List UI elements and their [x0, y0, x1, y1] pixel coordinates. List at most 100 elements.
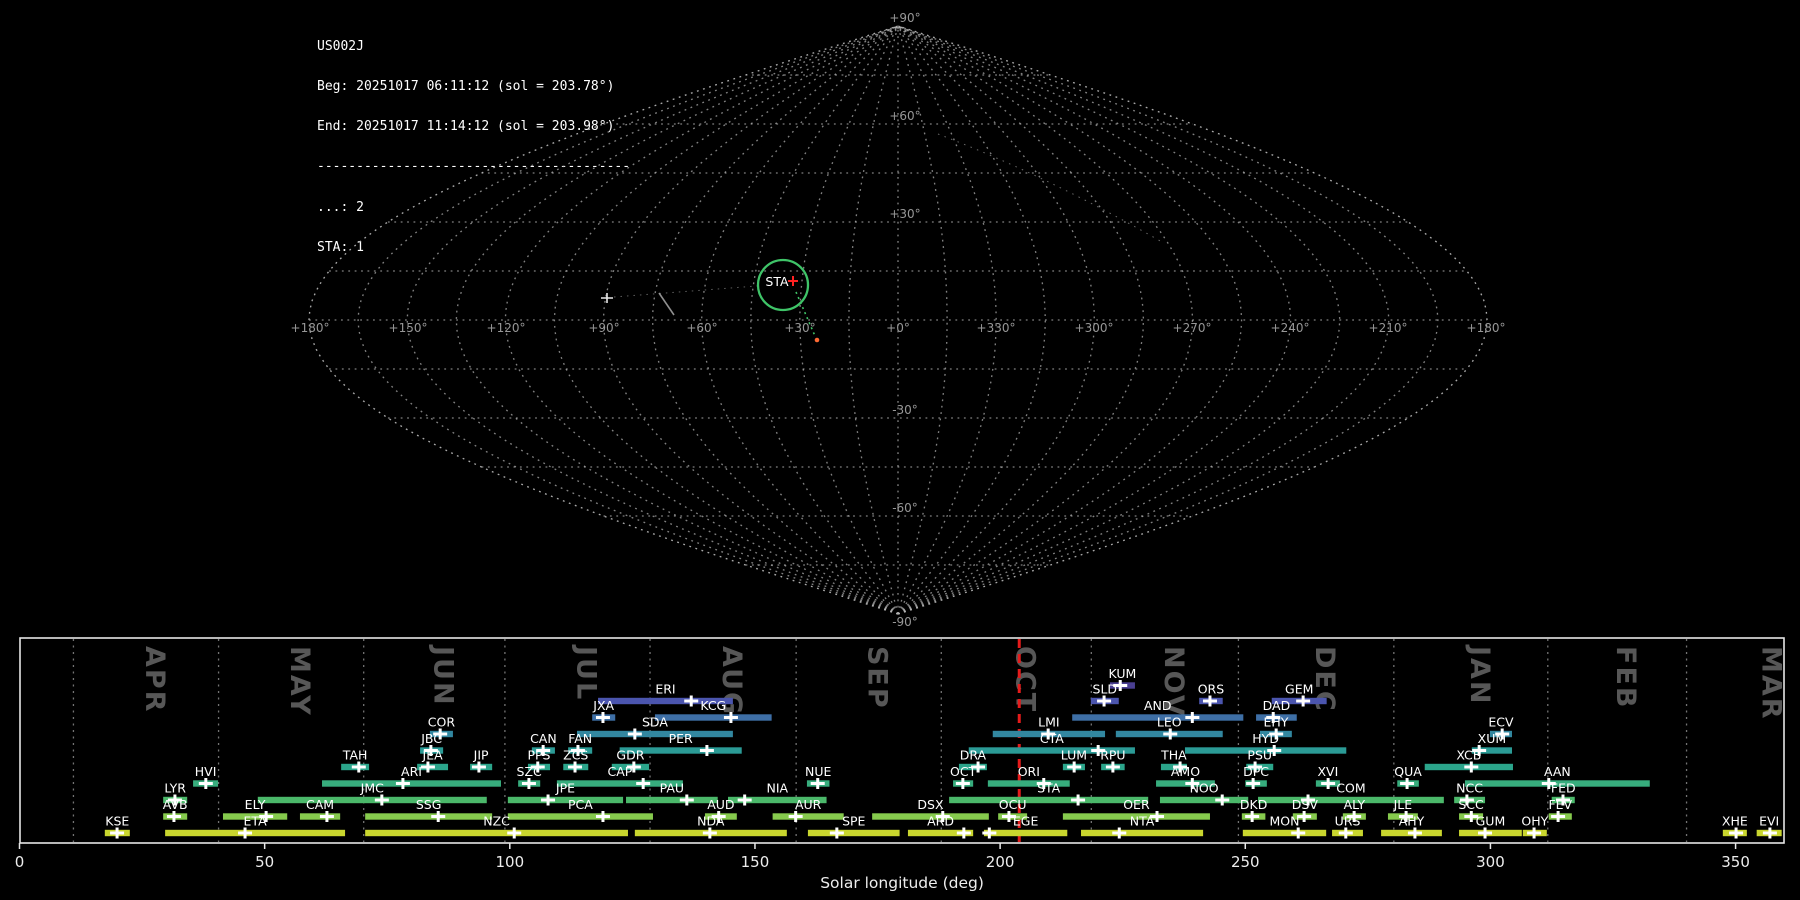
shower-peak-marker-JPE	[541, 795, 555, 806]
shower-code-label: DRA	[960, 748, 987, 763]
shower-code-label: JIP	[473, 748, 489, 763]
shower-bar-PCA	[508, 813, 653, 819]
shower-code-label: ZCS	[563, 748, 588, 763]
map-latitude-label: -90°	[892, 615, 918, 629]
shower-code-label: THA	[1160, 748, 1187, 763]
shower-peak-marker-FEV	[1551, 811, 1565, 822]
month-label: APR	[139, 646, 170, 713]
shower-bar-NTA	[1081, 830, 1203, 836]
shower-code-label: FED	[1551, 781, 1576, 796]
shower-peak-marker-ORS	[1203, 696, 1217, 707]
shower-peak-marker-HVI	[199, 778, 213, 789]
shower-code-label: RPU	[1100, 748, 1125, 763]
shower-bar-SSG	[365, 813, 492, 819]
month-label: MAY	[284, 646, 315, 717]
shower-code-label: DSX	[917, 797, 944, 812]
x-axis-tick-label: 100	[495, 853, 524, 871]
map-latitude-label: -30°	[892, 403, 918, 417]
shower-code-label: DSV	[1292, 797, 1319, 812]
shower-code-label: JLE	[1393, 797, 1413, 812]
shower-code-label: MON	[1270, 814, 1300, 829]
shower-code-label: SPE	[842, 814, 865, 829]
shower-peak-marker-LEO	[1163, 729, 1177, 740]
shower-code-label: SLD	[1093, 682, 1118, 697]
shower-code-label: FEV	[1548, 797, 1572, 812]
shower-peak-marker-JMC	[375, 795, 389, 806]
map-longitude-label: +60°	[686, 321, 717, 335]
shower-code-label: DPC	[1243, 764, 1269, 779]
shower-peak-marker-MON	[1291, 828, 1305, 839]
x-axis-tick-label: 250	[1231, 853, 1260, 871]
shower-code-label: KUM	[1109, 666, 1137, 681]
shower-code-label: FAN	[568, 731, 592, 746]
map-latitude-label: +90°	[889, 11, 920, 25]
shower-code-label: LYR	[164, 781, 186, 796]
screenshot-root: US002J Beg: 20251017 06:11:12 (sol = 203…	[0, 0, 1800, 900]
radiant-map-and-activity-figure: +180°+150°+120°+90°+60°+30°+0°+330°+300°…	[0, 0, 1800, 900]
shower-bar-AUR	[773, 813, 844, 819]
shower-peak-marker-ETA	[238, 828, 252, 839]
shower-peak-marker-ERI	[684, 696, 698, 707]
shower-peak-marker-PER	[700, 745, 714, 756]
shower-peak-marker-SZC	[522, 778, 536, 789]
shower-code-label: NIA	[766, 781, 788, 796]
shower-code-label: CTA	[1040, 731, 1064, 746]
map-longitude-label: +90°	[588, 321, 619, 335]
shower-peak-marker-GEM	[1296, 696, 1310, 707]
shower-code-label: URS	[1335, 814, 1361, 829]
shower-code-label: OCT	[950, 764, 977, 779]
map-meridian	[702, 26, 898, 614]
map-meridian	[505, 26, 898, 614]
map-longitude-label: +180°	[1467, 321, 1506, 335]
shower-code-label: JMC	[360, 781, 384, 796]
map-longitude-label: +240°	[1271, 321, 1310, 335]
shower-code-label: JBC	[420, 731, 442, 746]
shower-code-label: AHY	[1399, 814, 1425, 829]
shower-code-label: ARD	[927, 814, 954, 829]
shower-peak-marker-OCT	[956, 778, 970, 789]
shower-code-label: TAH	[342, 748, 368, 763]
x-axis-tick-label: 350	[1721, 853, 1750, 871]
shower-bar-KCG	[655, 714, 772, 720]
shower-code-label: COM	[1336, 781, 1365, 796]
shower-code-label: KCG	[700, 698, 726, 713]
shower-code-label: ETA	[244, 814, 268, 829]
shower-code-label: NDA	[697, 814, 725, 829]
shower-code-label: AMO	[1171, 764, 1200, 779]
x-axis-tick-label: 300	[1476, 853, 1505, 871]
shower-code-label: EHY	[1263, 715, 1288, 730]
map-latitude-label: -60°	[892, 501, 918, 515]
shower-peak-marker-SPE	[830, 828, 844, 839]
shower-code-label: DAD	[1263, 698, 1291, 713]
shower-code-label: HYD	[1252, 731, 1279, 746]
shower-code-label: STA	[1037, 781, 1061, 796]
shower-code-label: GEM	[1285, 682, 1313, 697]
shower-peak-marker-AHY	[1408, 828, 1422, 839]
shower-bar-EGE	[984, 830, 1067, 836]
shower-code-label: EVI	[1759, 814, 1779, 829]
shower-code-label: XHE	[1722, 814, 1748, 829]
shower-peak-marker-SLD	[1097, 696, 1111, 707]
shower-code-label: AAN	[1544, 764, 1571, 779]
shower-code-label: AUR	[795, 797, 822, 812]
shower-bar-ARI	[322, 780, 501, 786]
shower-code-label: NZC	[483, 814, 510, 829]
shower-code-label: PPS	[527, 748, 550, 763]
month-label: SEP	[862, 646, 893, 710]
x-axis-tick-label: 50	[255, 853, 274, 871]
x-axis-tick-label: 0	[15, 853, 25, 871]
meteor-streak	[659, 293, 674, 315]
map-latitude-label: +60°	[889, 109, 920, 123]
shower-code-label: GUM	[1476, 814, 1506, 829]
shower-peak-marker-JEA	[421, 762, 435, 773]
shower-peak-marker-XCB	[1464, 762, 1478, 773]
shower-code-label: NCC	[1456, 781, 1483, 796]
shower-code-label: CAM	[306, 797, 334, 812]
shower-bar-ETA	[165, 830, 345, 836]
month-label: JAN	[1464, 644, 1495, 706]
shower-code-label: HVI	[195, 764, 217, 779]
shower-code-label: ECV	[1488, 715, 1514, 730]
shower-peak-marker-NDA	[703, 828, 717, 839]
shower-peak-marker-SDA	[628, 729, 642, 740]
shower-peak-marker-XVI	[1321, 778, 1335, 789]
